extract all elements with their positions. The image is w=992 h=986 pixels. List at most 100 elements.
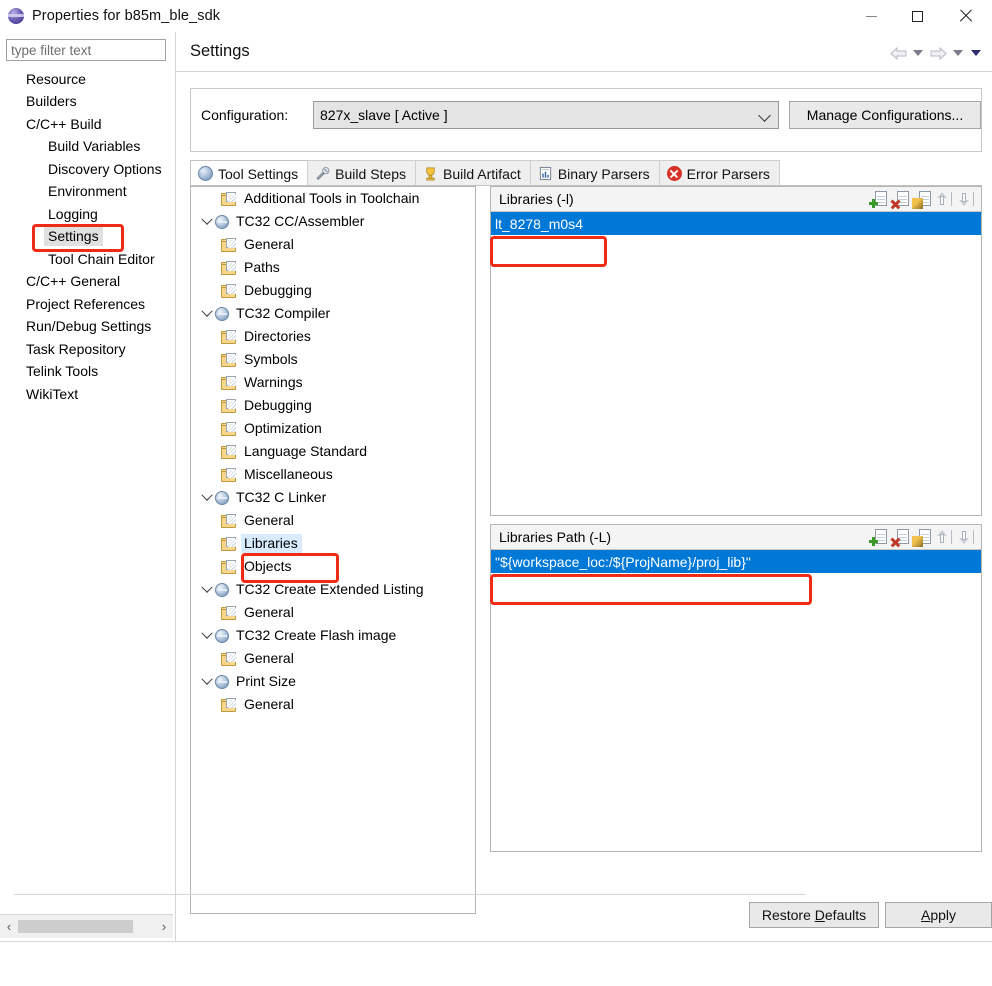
libraries-panel: Libraries (-l) lt_8278_m0s4 — [490, 186, 982, 516]
scroll-left-button[interactable]: ‹ — [0, 915, 18, 939]
sidebar-item-label: Builders — [22, 92, 81, 111]
tool-tree-item-libraries[interactable]: Libraries — [191, 532, 475, 555]
libraries-path-list[interactable]: "${workspace_loc:/${ProjName}/proj_lib}" — [491, 550, 981, 851]
move-down-icon[interactable] — [957, 190, 975, 208]
restore-defaults-button[interactable]: Restore Defaults — [749, 902, 879, 928]
chevron-down-icon[interactable] — [199, 218, 215, 226]
sidebar-item-logging[interactable]: Logging — [0, 203, 174, 226]
tab-build-steps[interactable]: Build Steps — [307, 160, 416, 186]
sidebar-item-run-debug-settings[interactable]: Run/Debug Settings — [0, 316, 174, 339]
filter-input[interactable]: type filter text — [6, 39, 166, 61]
edit-icon[interactable] — [913, 190, 931, 208]
tool-icon — [215, 675, 229, 689]
tool-tree-item-debugging[interactable]: Debugging — [191, 279, 475, 302]
tool-tree-item-tc32-create-flash-image[interactable]: TC32 Create Flash image — [191, 624, 475, 647]
tool-settings-body: Additional Tools in ToolchainTC32 CC/Ass… — [190, 186, 982, 914]
back-dropdown-icon[interactable] — [910, 44, 926, 62]
tool-tree-item-miscellaneous[interactable]: Miscellaneous — [191, 463, 475, 486]
maximize-button[interactable] — [894, 0, 940, 32]
scroll-right-button[interactable]: › — [155, 915, 173, 939]
tool-tree-item-print-size[interactable]: Print Size — [191, 670, 475, 693]
tool-tree-item-optimization[interactable]: Optimization — [191, 417, 475, 440]
sidebar-item-settings[interactable]: Settings — [0, 226, 174, 249]
edit-icon[interactable] — [913, 528, 931, 546]
tab-build-artifact[interactable]: Build Artifact — [415, 160, 531, 186]
sidebar-item-c-c-build[interactable]: C/C++ Build — [0, 113, 174, 136]
sidebar-item-discovery-options[interactable]: Discovery Options — [0, 158, 174, 181]
libraries-path-selected-item[interactable]: "${workspace_loc:/${ProjName}/proj_lib}" — [491, 550, 981, 573]
move-up-icon[interactable] — [935, 528, 953, 546]
left-navigation-pane: type filter text ResourceBuilders C/C++ B… — [0, 32, 174, 942]
configuration-select[interactable]: 827x_slave [ Active ] — [313, 101, 779, 129]
tool-tree-item-tc32-create-extended-listing[interactable]: TC32 Create Extended Listing — [191, 578, 475, 601]
sidebar-item-build-variables[interactable]: Build Variables — [0, 136, 174, 159]
left-pane-horizontal-scrollbar[interactable]: ‹ › — [0, 914, 173, 938]
sidebar-item-c-c-general[interactable]: C/C++ General — [0, 271, 174, 294]
sidebar-item-task-repository[interactable]: Task Repository — [0, 338, 174, 361]
tab-error-parsers[interactable]: Error Parsers — [659, 160, 780, 186]
sidebar-item-label: Logging — [44, 205, 102, 224]
tab-tool-settings[interactable]: Tool Settings — [190, 160, 308, 186]
tool-tree-item-additional-tools-in-toolchain[interactable]: Additional Tools in Toolchain — [191, 187, 475, 210]
delete-icon[interactable] — [891, 190, 909, 208]
chevron-down-icon[interactable] — [199, 310, 215, 318]
tool-tree-item-label: Language Standard — [241, 442, 371, 461]
chevron-down-icon[interactable] — [199, 678, 215, 686]
delete-icon[interactable] — [891, 528, 909, 546]
forward-arrow-icon[interactable] — [928, 44, 948, 62]
forward-dropdown-icon[interactable] — [950, 44, 966, 62]
tool-chain-tree[interactable]: Additional Tools in ToolchainTC32 CC/Ass… — [190, 186, 476, 914]
sidebar-item-wikitext[interactable]: WikiText — [0, 383, 174, 406]
add-icon[interactable] — [869, 528, 887, 546]
sidebar-item-environment[interactable]: Environment — [0, 181, 174, 204]
tool-icon — [215, 491, 229, 505]
tool-tree-item-paths[interactable]: Paths — [191, 256, 475, 279]
add-icon[interactable] — [869, 190, 887, 208]
sidebar-item-resource[interactable]: Resource — [0, 68, 174, 91]
libraries-list[interactable]: lt_8278_m0s4 — [491, 212, 981, 515]
chevron-down-icon[interactable] — [968, 44, 984, 62]
tool-tree-item-tc32-compiler[interactable]: TC32 Compiler — [191, 302, 475, 325]
chevron-down-icon[interactable] — [199, 494, 215, 502]
sidebar-item-label: WikiText — [22, 385, 82, 404]
tool-tree-item-tc32-cc-assembler[interactable]: TC32 CC/Assembler — [191, 210, 475, 233]
close-button[interactable] — [940, 0, 992, 32]
apply-row-divider — [14, 894, 806, 895]
tool-tree-item-label: Print Size — [233, 672, 300, 691]
chevron-down-icon[interactable] — [199, 586, 215, 594]
minimize-button[interactable] — [848, 0, 894, 32]
sidebar-item-project-references[interactable]: Project References — [0, 293, 174, 316]
tool-tree-item-general[interactable]: General — [191, 647, 475, 670]
tool-tree-item-general[interactable]: General — [191, 233, 475, 256]
configuration-value: 827x_slave [ Active ] — [320, 107, 448, 123]
settings-tree[interactable]: ResourceBuilders C/C++ BuildBuild Variabl… — [0, 68, 174, 938]
tab-label: Binary Parsers — [558, 166, 650, 182]
move-up-icon[interactable] — [935, 190, 953, 208]
folder-icon — [221, 238, 238, 252]
tool-tree-item-warnings[interactable]: Warnings — [191, 371, 475, 394]
sidebar-item-tool-chain-editor[interactable]: Tool Chain Editor — [0, 248, 174, 271]
tool-tree-item-objects[interactable]: Objects — [191, 555, 475, 578]
scrollbar-track[interactable] — [18, 915, 155, 939]
tool-tree-item-tc32-c-linker[interactable]: TC32 C Linker — [191, 486, 475, 509]
libraries-panel-header: Libraries (-l) — [491, 187, 981, 212]
manage-configurations-button[interactable]: Manage Configurations... — [789, 101, 981, 129]
back-arrow-icon[interactable] — [888, 44, 908, 62]
tool-tree-item-general[interactable]: General — [191, 509, 475, 532]
tool-tree-item-general[interactable]: General — [191, 601, 475, 624]
sidebar-item-builders[interactable]: Builders — [0, 91, 174, 114]
folder-icon — [221, 468, 238, 482]
tool-tree-item-directories[interactable]: Directories — [191, 325, 475, 348]
tab-binary-parsers[interactable]: Binary Parsers — [530, 160, 660, 186]
tool-tree-item-label: Optimization — [241, 419, 326, 438]
libraries-selected-item[interactable]: lt_8278_m0s4 — [491, 212, 981, 235]
tool-tree-item-debugging[interactable]: Debugging — [191, 394, 475, 417]
tool-tree-item-general[interactable]: General — [191, 693, 475, 716]
tool-tree-item-language-standard[interactable]: Language Standard — [191, 440, 475, 463]
apply-button[interactable]: Apply — [885, 902, 992, 928]
scrollbar-thumb[interactable] — [18, 920, 133, 933]
move-down-icon[interactable] — [957, 528, 975, 546]
chevron-down-icon[interactable] — [199, 632, 215, 640]
tool-tree-item-symbols[interactable]: Symbols — [191, 348, 475, 371]
sidebar-item-telink-tools[interactable]: Telink Tools — [0, 361, 174, 384]
